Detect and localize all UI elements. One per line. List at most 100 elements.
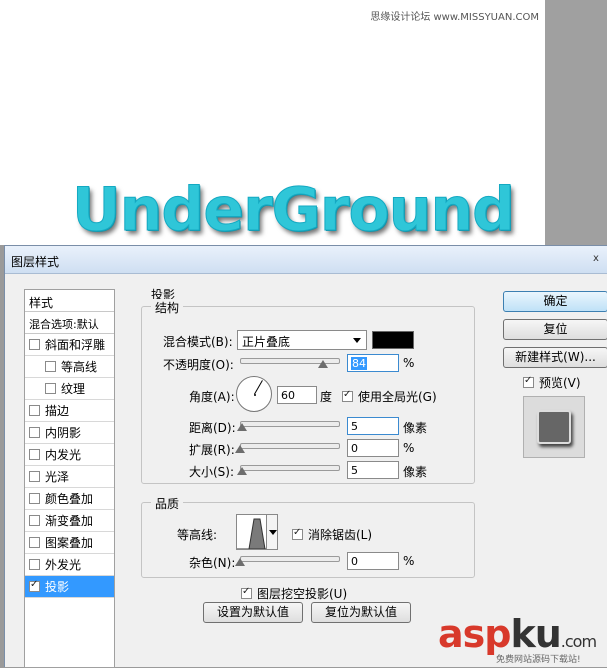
distance-slider-handle[interactable] — [237, 423, 247, 431]
noise-slider[interactable] — [240, 556, 340, 562]
angle-label: 角度(A): — [189, 390, 235, 404]
document-canvas: 思缘设计论坛 www.MISSYUAN.COM UnderGround — [0, 0, 545, 246]
style-item-label: 渐变叠加 — [45, 514, 94, 528]
global-light-checkbox[interactable]: 使用全局光(G) — [342, 388, 437, 405]
style-item[interactable]: 描边 — [25, 400, 114, 422]
spread-label: 扩展(R): — [189, 443, 235, 457]
spread-unit: % — [403, 441, 415, 455]
ok-button[interactable]: 确定 — [503, 291, 607, 312]
headline-text: UnderGround — [72, 175, 516, 246]
style-item-checkbox[interactable] — [29, 339, 40, 350]
size-label: 大小(S): — [189, 465, 235, 479]
style-item-checkbox[interactable] — [29, 449, 40, 460]
style-item-label: 等高线 — [61, 360, 98, 374]
blend-mode-value: 正片叠底 — [242, 335, 291, 349]
style-item-checkbox[interactable] — [45, 383, 56, 394]
global-light-label: 使用全局光(G) — [358, 390, 437, 404]
style-item[interactable]: 等高线 — [25, 356, 114, 378]
opacity-slider-handle[interactable] — [318, 360, 328, 368]
aspku-watermark: aspku.com — [438, 612, 597, 656]
style-item-checkbox[interactable] — [29, 405, 40, 416]
styles-header[interactable]: 样式 — [25, 290, 114, 312]
make-default-button[interactable]: 设置为默认值 — [203, 602, 303, 623]
watermark-top: 思缘设计论坛 www.MISSYUAN.COM — [370, 12, 539, 23]
opacity-unit: % — [403, 356, 415, 370]
noise-input[interactable]: 0 — [347, 552, 399, 570]
style-item[interactable]: 外发光 — [25, 554, 114, 576]
style-item-checkbox[interactable] — [29, 515, 40, 526]
layer-style-dialog: 图层样式 x 样式 混合选项:默认 斜面和浮雕等高线纹理描边内阴影内发光光泽 颜色… — [4, 245, 607, 668]
blending-options-item[interactable]: 混合选项:默认 — [25, 312, 114, 334]
watermark-com: .com — [560, 632, 597, 651]
watermark-ku: ku — [510, 612, 561, 656]
noise-slider-handle[interactable] — [235, 558, 245, 566]
preview-checkbox[interactable]: 预览(V) — [523, 374, 581, 391]
global-light-check-icon — [342, 389, 353, 402]
angle-dial[interactable] — [236, 376, 272, 412]
knockout-label: 图层挖空投影(U) — [257, 587, 348, 601]
style-item-checkbox[interactable] — [29, 493, 40, 504]
angle-unit: 度 — [320, 390, 333, 404]
opacity-label: 不透明度(O): — [163, 358, 234, 372]
style-item-label: 图案叠加 — [45, 536, 94, 550]
distance-input[interactable]: 5 — [347, 417, 399, 435]
contour-label: 等高线: — [177, 528, 218, 542]
anti-alias-checkbox[interactable]: 消除锯齿(L) — [292, 526, 372, 543]
contour-dropdown[interactable] — [266, 514, 278, 550]
preview-shape — [537, 410, 571, 444]
noise-value: 0 — [351, 555, 358, 568]
opacity-input[interactable]: 84 — [347, 354, 399, 372]
style-item-checkbox[interactable] — [29, 537, 40, 548]
distance-slider[interactable] — [240, 421, 340, 427]
style-item-checkbox[interactable] — [29, 427, 40, 438]
blend-mode-label: 混合模式(B): — [163, 335, 233, 349]
angle-input[interactable]: 60 — [277, 386, 317, 404]
size-input[interactable]: 5 — [347, 461, 399, 479]
new-style-button[interactable]: 新建样式(W)... — [503, 347, 607, 368]
style-item[interactable]: 渐变叠加 — [25, 510, 114, 532]
noise-unit: % — [403, 554, 415, 568]
angle-value: 60 — [281, 389, 295, 402]
style-item[interactable]: 投影 — [25, 576, 114, 598]
close-icon[interactable]: x — [589, 251, 603, 267]
chevron-down-icon — [353, 338, 361, 343]
style-item-label: 纹理 — [61, 382, 86, 396]
spread-slider[interactable] — [240, 443, 340, 449]
style-item-checkbox[interactable] — [45, 361, 56, 372]
reset-button[interactable]: 复位 — [503, 319, 607, 340]
structure-legend: 结构 — [151, 299, 184, 316]
size-slider-handle[interactable] — [237, 467, 247, 475]
style-item[interactable]: 颜色叠加 — [25, 488, 114, 510]
angle-dial-hand — [254, 380, 263, 395]
style-item[interactable]: 光泽 — [25, 466, 114, 488]
style-item-label: 内阴影 — [45, 426, 82, 440]
blend-mode-dropdown[interactable]: 正片叠底 — [237, 330, 367, 350]
knockout-checkbox[interactable]: 图层挖空投影(U) — [241, 585, 347, 602]
reset-default-button[interactable]: 复位为默认值 — [311, 602, 411, 623]
style-item[interactable]: 内发光 — [25, 444, 114, 466]
style-item-label: 斜面和浮雕 — [45, 338, 106, 352]
style-item-label: 描边 — [45, 404, 70, 418]
style-item[interactable]: 纹理 — [25, 378, 114, 400]
knockout-check-icon — [241, 586, 252, 599]
style-item-checkbox[interactable] — [29, 579, 40, 592]
style-item-label: 内发光 — [45, 448, 82, 462]
shadow-color-swatch[interactable] — [372, 331, 414, 349]
style-item[interactable]: 内阴影 — [25, 422, 114, 444]
styles-list: 样式 混合选项:默认 斜面和浮雕等高线纹理描边内阴影内发光光泽 颜色叠加渐变叠加图… — [24, 289, 115, 668]
size-value: 5 — [351, 464, 358, 477]
dialog-titlebar[interactable]: 图层样式 x — [5, 246, 607, 274]
spread-input[interactable]: 0 — [347, 439, 399, 457]
style-item[interactable]: 图案叠加 — [25, 532, 114, 554]
style-item-checkbox[interactable] — [29, 471, 40, 482]
spread-slider-handle[interactable] — [235, 445, 245, 453]
size-slider[interactable] — [240, 465, 340, 471]
size-unit: 像素 — [403, 465, 428, 479]
spread-value: 0 — [351, 442, 358, 455]
style-item-checkbox[interactable] — [29, 559, 40, 570]
preview-check-icon — [523, 375, 534, 388]
style-item[interactable]: 斜面和浮雕 — [25, 334, 114, 356]
dialog-title: 图层样式 — [11, 255, 60, 269]
preview-label: 预览(V) — [539, 376, 581, 390]
noise-label: 杂色(N): — [189, 556, 236, 570]
